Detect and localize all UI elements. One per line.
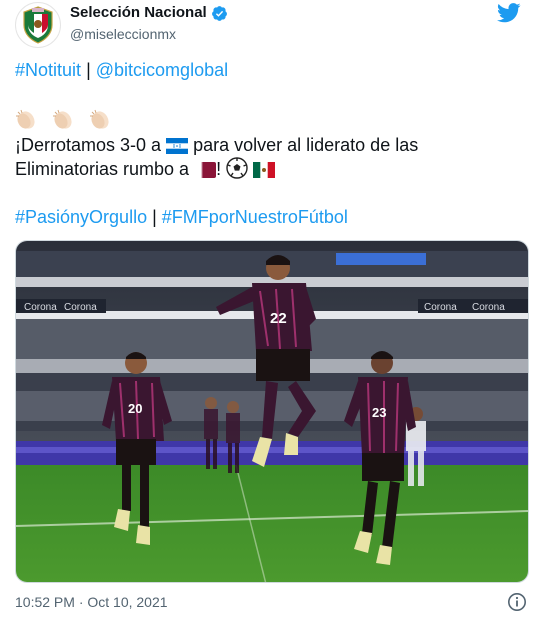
- tweet-line-claps: [15, 106, 121, 130]
- qatar-flag-icon: [194, 162, 217, 178]
- player-number: 20: [128, 401, 142, 416]
- honduras-flag-icon: [166, 138, 189, 154]
- mention-bitcicomglobal[interactable]: @bitcicomglobal: [96, 60, 228, 80]
- verified-badge-icon: [211, 5, 227, 21]
- tweet-text-eliminatorias: Eliminatorias rumbo a: [15, 159, 190, 179]
- hashtag-notituit[interactable]: #Notituit: [15, 60, 81, 80]
- clapping-hands-icon: [16, 110, 35, 129]
- tweet-text-derrotamos: ¡Derrotamos 3-0 a: [15, 135, 162, 155]
- account-header: Selección Nacional @miseleccionmx: [70, 4, 228, 43]
- avatar[interactable]: [15, 2, 61, 48]
- tweet-line-4: Eliminatorias rumbo a !: [15, 157, 276, 181]
- clapping-hands-icon: [53, 110, 72, 129]
- player-number: 22: [270, 310, 287, 327]
- corona-banner-1: Corona: [24, 302, 57, 313]
- hashtag-pasionyorgullo[interactable]: #PasiónyOrgullo: [15, 207, 147, 227]
- tweet-text-exclamation: !: [216, 159, 222, 179]
- clapping-hands-icon: [90, 110, 109, 129]
- player-number: 23: [372, 405, 386, 420]
- display-name-row[interactable]: Selección Nacional: [70, 4, 228, 22]
- corona-banner-3: Corona: [424, 302, 457, 313]
- soccer-ball-icon: [226, 157, 248, 179]
- corona-banner-4: Corona: [472, 302, 505, 313]
- tweet-timestamp[interactable]: 10:52 PM · Oct 10, 2021: [15, 592, 168, 612]
- display-name[interactable]: Selección Nacional: [70, 4, 207, 22]
- fmf-crest-icon: [23, 6, 53, 44]
- tweet-photo[interactable]: Corona Corona Corona Corona 22 20 23: [15, 240, 529, 583]
- account-handle[interactable]: @miseleccionmx: [70, 25, 228, 43]
- separator: |: [152, 207, 157, 227]
- tweet-text-liderato: para volver al liderato de las: [193, 135, 419, 155]
- tweet-line-1: #Notituit | @bitcicomglobal: [15, 58, 228, 82]
- tweet-card: Selección Nacional @miseleccionmx #Notit…: [0, 0, 537, 617]
- separator: |: [86, 60, 91, 80]
- corona-banner-2: Corona: [64, 302, 97, 313]
- match-photo-illustration: Corona Corona Corona Corona 22 20 23: [16, 241, 528, 582]
- mexico-flag-icon: [253, 162, 276, 178]
- info-icon[interactable]: [507, 592, 527, 612]
- twitter-logo-icon[interactable]: [497, 3, 521, 23]
- tweet-line-5: #PasiónyOrgullo | #FMFporNuestroFútbol: [15, 205, 348, 229]
- hashtag-fmfpornuestrofutbol[interactable]: #FMFporNuestroFútbol: [162, 207, 348, 227]
- tweet-line-3: ¡Derrotamos 3-0 a para volver al liderat…: [15, 133, 418, 157]
